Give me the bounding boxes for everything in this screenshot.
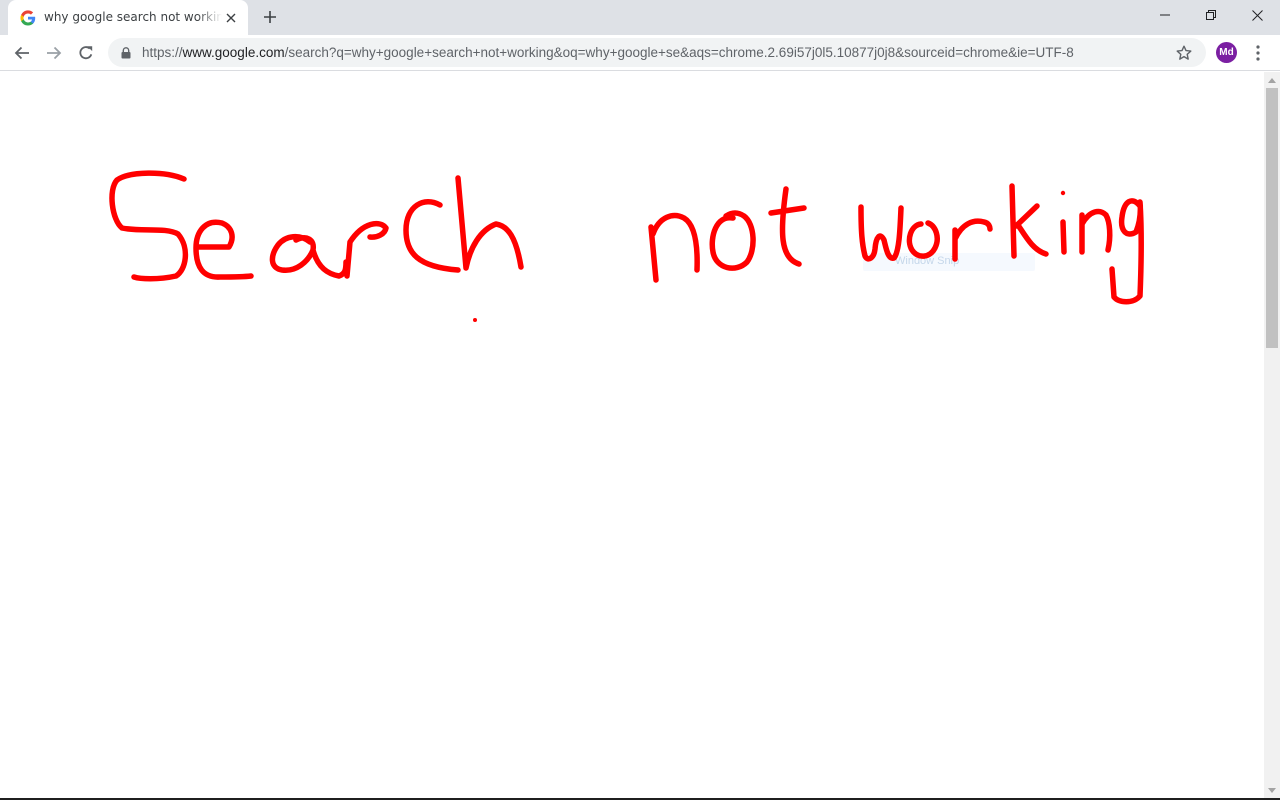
stray-ink-dot	[473, 318, 477, 322]
handwritten-letter-k	[1009, 183, 1049, 259]
close-icon[interactable]	[222, 9, 240, 27]
new-tab-button[interactable]	[259, 6, 281, 28]
reload-button[interactable]	[72, 39, 100, 67]
lock-icon[interactable]	[119, 45, 133, 60]
handwritten-letter-a	[269, 234, 349, 279]
handwritten-letter-o	[709, 210, 756, 271]
more-vert-icon[interactable]	[1248, 41, 1268, 65]
reload-icon	[79, 46, 93, 60]
handwritten-letter-i	[1060, 219, 1067, 255]
google-g-icon	[20, 10, 36, 26]
url-host: www.google.com	[182, 45, 285, 60]
url-text[interactable]: https://www.google.com/search?q=why+goog…	[142, 45, 1162, 60]
plus-icon	[264, 11, 276, 23]
browser-toolbar: https://www.google.com/search?q=why+goog…	[0, 35, 1280, 71]
restore-icon	[1206, 10, 1216, 20]
handwritten-letter-w	[858, 204, 904, 262]
handwritten-annotation	[109, 170, 1144, 322]
address-bar[interactable]: https://www.google.com/search?q=why+goog…	[108, 38, 1206, 67]
browser-tab[interactable]: why google search not working - Google S…	[8, 0, 248, 35]
arrow-left-icon	[14, 46, 29, 60]
handwritten-letter-o	[906, 220, 940, 259]
tab-strip: why google search not working - Google S…	[0, 0, 1280, 35]
restore-button[interactable]	[1188, 0, 1234, 30]
handwritten-letter-h	[455, 175, 524, 271]
close-icon	[1251, 9, 1263, 21]
handwritten-letter-t	[768, 186, 807, 267]
page-content: Window Snip	[0, 72, 1264, 798]
handwritten-letter-r	[344, 220, 389, 279]
scrollbar-thumb[interactable]	[1266, 88, 1278, 348]
tab-title: why google search not working - Google S…	[44, 10, 222, 24]
forward-button[interactable]	[40, 39, 68, 67]
scroll-down-arrow-icon[interactable]	[1264, 782, 1280, 798]
handwritten-letter-e	[193, 219, 254, 280]
scroll-up-arrow-icon[interactable]	[1264, 72, 1280, 88]
handwritten-letter-c	[403, 199, 461, 273]
avatar[interactable]: Md	[1216, 42, 1237, 63]
star-icon[interactable]	[1174, 43, 1194, 63]
handwritten-letter-n	[648, 212, 700, 283]
window-close-button[interactable]	[1234, 0, 1280, 30]
handwritten-letter-g	[1109, 198, 1144, 305]
url-path: /search?q=why+google+search+not+working&…	[284, 45, 1074, 60]
url-scheme: https://	[142, 45, 183, 60]
arrow-right-icon	[47, 46, 62, 60]
minimize-button[interactable]	[1142, 0, 1188, 30]
back-button[interactable]	[8, 39, 36, 67]
page-scrollbar[interactable]	[1264, 72, 1280, 798]
handwritten-letter-n	[1079, 208, 1113, 255]
handwritten-letter-s	[109, 170, 189, 282]
minimize-icon	[1160, 14, 1170, 16]
handwritten-letter-r	[952, 218, 993, 262]
handwritten-i-dot	[1060, 190, 1066, 196]
